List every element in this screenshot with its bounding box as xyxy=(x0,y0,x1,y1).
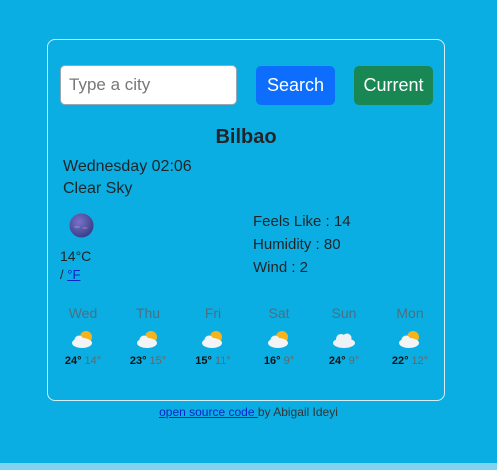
forecast-day-name: Fri xyxy=(204,305,222,321)
search-button[interactable]: Search xyxy=(256,66,335,105)
forecast-min-temp: 9° xyxy=(283,355,295,367)
forecast-max-temp: 22° xyxy=(391,355,409,367)
forecast-day-name: Thu xyxy=(135,305,161,321)
temperature-value: 14 xyxy=(60,248,76,264)
unit-celsius[interactable]: °C xyxy=(76,248,92,264)
sun-behind-cloud-icon xyxy=(268,331,288,348)
sun-behind-cloud-icon xyxy=(202,331,222,348)
sun-behind-cloud-icon xyxy=(137,331,157,348)
temperature-display: 14°C xyxy=(60,248,91,264)
night-clear-moon-icon xyxy=(69,213,94,238)
cloud-icon xyxy=(333,333,355,348)
weather-description: Clear Sky xyxy=(63,180,133,197)
forecast-day-name: Wed xyxy=(68,305,98,321)
forecast-day: Sun 24° 9° xyxy=(319,305,369,367)
weather-stats: Feels Like : 14 Humidity : 80 Wind : 2 xyxy=(253,210,351,279)
weather-card: Search Current Bilbao Wednesday 02:06 Cl… xyxy=(47,39,445,401)
footer-author: by Abigail Ideyi xyxy=(257,405,338,419)
footer: open source code by Abigail Ideyi xyxy=(0,405,497,419)
forecast-day: Sat 16° 9° xyxy=(254,305,304,367)
unit-separator: / xyxy=(60,267,64,282)
source-code-link[interactable]: open source code xyxy=(159,405,258,419)
fahrenheit-link[interactable]: °F xyxy=(67,267,80,282)
sun-behind-cloud-icon xyxy=(399,331,419,348)
forecast-min-temp: 15° xyxy=(149,355,167,367)
forecast-max-temp: 23° xyxy=(129,355,147,367)
forecast-day-name: Sun xyxy=(331,305,357,321)
forecast-day: Mon 22° 12° xyxy=(385,305,435,367)
forecast-min-temp: 9° xyxy=(348,355,360,367)
forecast-row: Wed 24° 14° Thu 23° 15° Fri 15° 11° Sat … xyxy=(48,305,446,375)
forecast-max-temp: 16° xyxy=(263,355,281,367)
feels-like: Feels Like : 14 xyxy=(253,213,351,230)
forecast-min-temp: 11° xyxy=(214,355,231,367)
forecast-max-temp: 15° xyxy=(195,355,212,367)
current-location-button[interactable]: Current xyxy=(354,66,433,105)
forecast-max-temp: 24° xyxy=(328,355,346,367)
forecast-min-temp: 14° xyxy=(84,355,102,367)
sun-behind-cloud-icon xyxy=(72,331,92,348)
forecast-day: Fri 15° 11° xyxy=(188,305,238,367)
forecast-day-name: Sat xyxy=(268,305,290,321)
current-date: Wednesday 02:06 xyxy=(63,158,192,175)
wind: Wind : 2 xyxy=(253,259,309,276)
unit-switch: / °F xyxy=(60,267,80,282)
forecast-day-name: Mon xyxy=(396,305,424,321)
forecast-day: Wed 24° 14° xyxy=(58,305,108,367)
city-search-input[interactable] xyxy=(60,65,237,105)
forecast-day: Thu 23° 15° xyxy=(123,305,173,367)
city-name: Bilbao xyxy=(215,126,277,148)
forecast-max-temp: 24° xyxy=(64,355,82,367)
bottom-strip xyxy=(0,463,497,470)
humidity: Humidity : 80 xyxy=(253,236,341,253)
forecast-min-temp: 12° xyxy=(411,355,429,367)
